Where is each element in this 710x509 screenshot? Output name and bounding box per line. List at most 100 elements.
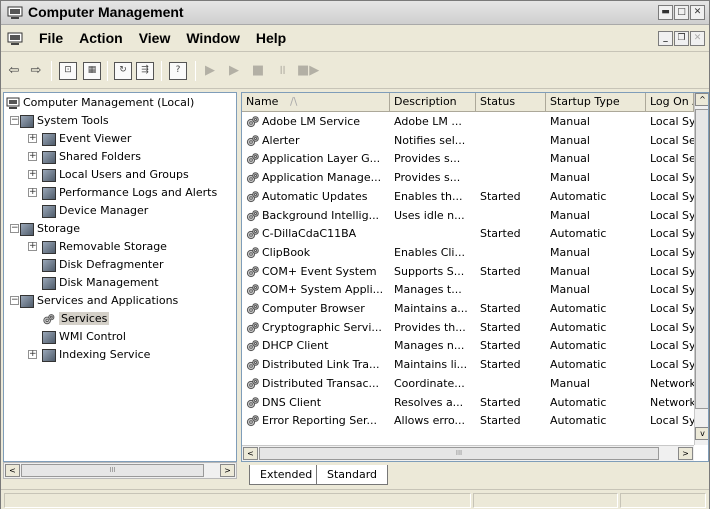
tree-item-root[interactable]: Computer Management (Local) xyxy=(6,94,194,112)
list-vertical-scrollbar[interactable]: ^ v xyxy=(694,93,708,445)
tree-item-removable-storage[interactable]: Removable Storage xyxy=(42,238,167,256)
gear-icon xyxy=(246,209,259,221)
console-tree[interactable]: Computer Management (Local) − System Tools… xyxy=(3,92,237,462)
title-bar[interactable]: Computer Management ▬ □ ✕ xyxy=(1,1,709,25)
table-row[interactable]: Computer Browser Maintains a... Started Aut… xyxy=(242,300,694,318)
menu-help[interactable]: Help xyxy=(248,30,294,46)
table-cell: Local Sys xyxy=(650,245,694,259)
tree-item-disk-management[interactable]: Disk Management xyxy=(42,274,159,292)
tab-standard[interactable]: Standard xyxy=(316,465,389,485)
tree-item-shared-folders[interactable]: Shared Folders xyxy=(42,148,141,166)
help-icon[interactable]: ? xyxy=(169,62,187,80)
child-minimize-button[interactable]: _ xyxy=(658,31,673,46)
expand-icon[interactable]: + xyxy=(28,152,37,161)
table-row[interactable]: Background Intellig... Uses idle n... Manu… xyxy=(242,207,694,225)
start-service-icon[interactable]: ▶ xyxy=(201,62,219,80)
expand-icon[interactable]: + xyxy=(28,242,37,251)
list-horizontal-scrollbar[interactable]: < III > xyxy=(242,445,694,461)
scroll-thumb[interactable] xyxy=(695,109,708,409)
tree-item-wmi-control[interactable]: WMI Control xyxy=(42,328,126,346)
collapse-icon[interactable]: − xyxy=(10,296,19,305)
forward-icon[interactable]: ⇨ xyxy=(27,62,45,80)
table-row[interactable]: COM+ Event System Supports S... Started Man… xyxy=(242,263,694,281)
tree-item-disk-defragmenter[interactable]: Disk Defragmenter xyxy=(42,256,164,274)
table-cell: Manual xyxy=(550,376,590,390)
scroll-left-button[interactable]: < xyxy=(243,447,258,460)
refresh-icon[interactable]: ↻ xyxy=(114,62,132,80)
pause-icon[interactable]: ॥ xyxy=(273,62,291,80)
table-row[interactable]: Alerter Notifies sel... Manual Local Ser xyxy=(242,132,694,150)
collapse-icon[interactable]: − xyxy=(10,116,19,125)
table-row[interactable]: Distributed Link Tra... Maintains li... St… xyxy=(242,356,694,374)
up-folder-icon[interactable]: ⊡ xyxy=(59,62,77,80)
expand-icon[interactable]: + xyxy=(28,134,37,143)
tree-item-services-and-applications[interactable]: Services and Applications xyxy=(20,292,178,310)
close-button[interactable]: ✕ xyxy=(690,5,705,20)
table-row[interactable]: Application Layer G... Provides s... Manua… xyxy=(242,150,694,168)
table-row[interactable]: COM+ System Appli... Manages t... Manual Lo… xyxy=(242,281,694,299)
defrag-icon xyxy=(42,258,56,272)
back-icon[interactable]: ⇦ xyxy=(5,62,23,80)
child-close-button[interactable]: ✕ xyxy=(690,31,705,46)
table-row[interactable]: Application Manage... Provides s... Manual… xyxy=(242,169,694,187)
column-header-status[interactable]: Status xyxy=(476,93,546,112)
tree-item-event-viewer[interactable]: Event Viewer xyxy=(42,130,131,148)
services-list[interactable]: Name /\ Description Status Startup Type … xyxy=(241,92,709,462)
scroll-thumb[interactable]: III xyxy=(21,464,204,477)
table-row[interactable]: Distributed Transac... Coordinate... Manua… xyxy=(242,375,694,393)
expand-icon[interactable]: + xyxy=(28,170,37,179)
collapse-icon[interactable]: − xyxy=(10,224,19,233)
table-row[interactable]: Error Reporting Ser... Allows erro... Star… xyxy=(242,412,694,430)
expand-icon[interactable]: + xyxy=(28,350,37,359)
column-header-startup-type[interactable]: Startup Type xyxy=(546,93,646,112)
table-row[interactable]: Cryptographic Servi... Provides th... Star… xyxy=(242,319,694,337)
play-icon[interactable]: ▶ xyxy=(225,62,243,80)
scroll-left-button[interactable]: < xyxy=(5,464,20,477)
tree-item-services[interactable]: Services xyxy=(42,310,110,328)
minimize-button[interactable]: ▬ xyxy=(658,5,673,20)
column-header-log-on-as[interactable]: Log On A xyxy=(646,93,694,112)
column-header-name[interactable]: Name /\ xyxy=(242,93,390,112)
menu-file[interactable]: File xyxy=(31,30,71,46)
child-restore-button[interactable]: ❐ xyxy=(674,31,689,46)
table-row[interactable]: C-DillaCdaC11BA Started Automatic Local Sys xyxy=(242,225,694,243)
scroll-thumb[interactable]: III xyxy=(259,447,659,460)
tree-item-performance-logs-and-alerts[interactable]: Performance Logs and Alerts xyxy=(42,184,217,202)
tree-item-device-manager[interactable]: Device Manager xyxy=(42,202,148,220)
tree-horizontal-scrollbar[interactable]: < III > xyxy=(3,462,237,479)
scroll-up-button[interactable]: ^ xyxy=(695,93,708,106)
stop-icon[interactable]: ■ xyxy=(249,62,267,80)
menu-view[interactable]: View xyxy=(131,30,179,46)
tree-item-local-users-and-groups[interactable]: Local Users and Groups xyxy=(42,166,189,184)
table-cell: Automatic xyxy=(550,302,607,315)
table-row[interactable]: Automatic Updates Enables th... Started Aut… xyxy=(242,188,694,206)
tree-item-system-tools[interactable]: System Tools xyxy=(20,112,109,130)
scroll-right-button[interactable]: > xyxy=(220,464,235,477)
table-cell: Network xyxy=(650,395,694,409)
table-cell: Started xyxy=(480,320,521,334)
window-title: Computer Management xyxy=(28,4,184,20)
show-hide-tree-icon[interactable]: ▦ xyxy=(83,62,101,80)
table-row[interactable]: DNS Client Resolves a... Started Automatic N… xyxy=(242,394,694,412)
menu-action[interactable]: Action xyxy=(71,30,131,46)
table-cell xyxy=(476,281,546,299)
tree-item-indexing-service[interactable]: Indexing Service xyxy=(42,346,150,364)
maximize-button[interactable]: □ xyxy=(674,5,689,20)
computer-icon[interactable] xyxy=(7,32,23,46)
table-row[interactable]: Adobe LM Service Adobe LM ... Manual Local … xyxy=(242,113,694,131)
table-row[interactable]: ClipBook Enables Cli... Manual Local Sys xyxy=(242,244,694,262)
scroll-right-button[interactable]: > xyxy=(678,447,693,460)
menu-window[interactable]: Window xyxy=(178,30,248,46)
tree-item-label: Removable Storage xyxy=(59,240,167,253)
tab-extended[interactable]: Extended xyxy=(249,465,324,485)
scroll-down-button[interactable]: v xyxy=(695,427,708,440)
table-cell: Local Sys xyxy=(650,283,694,297)
table-cell: Local Ser xyxy=(650,152,694,166)
table-cell: Network xyxy=(650,376,694,390)
table-row[interactable]: DHCP Client Manages n... Started Automatic L… xyxy=(242,337,694,355)
tree-item-storage[interactable]: Storage xyxy=(20,220,80,238)
export-list-icon[interactable]: ⇶ xyxy=(136,62,154,80)
column-header-description[interactable]: Description xyxy=(390,93,476,112)
restart-icon[interactable]: ■▶ xyxy=(297,62,319,80)
expand-icon[interactable]: + xyxy=(28,188,37,197)
